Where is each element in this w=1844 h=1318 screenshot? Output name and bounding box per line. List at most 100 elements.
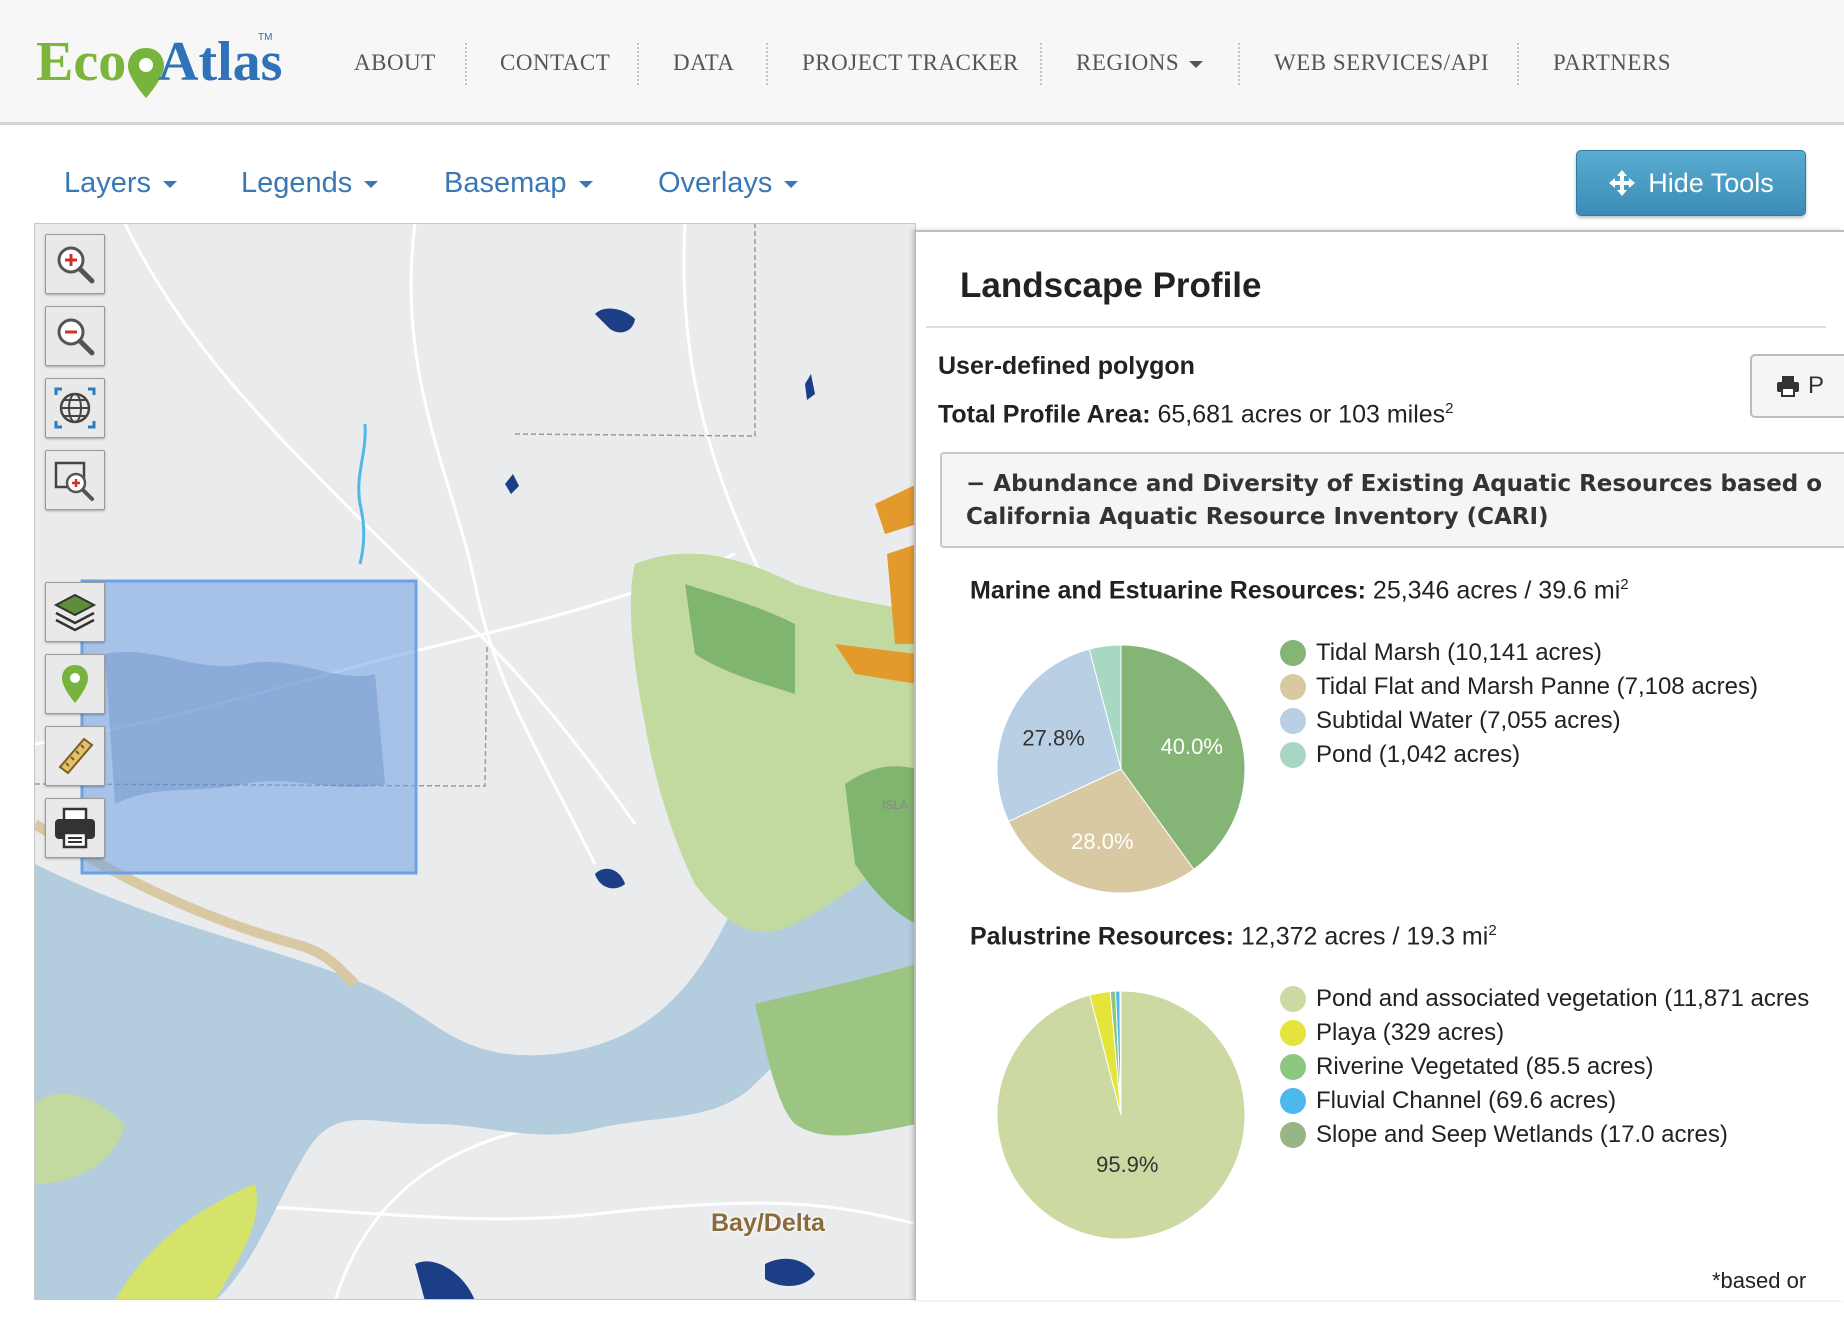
nav-web-services[interactable]: WEB SERVICES/API bbox=[1274, 50, 1489, 76]
legend-label: Riverine Vegetated (85.5 acres) bbox=[1316, 1053, 1654, 1080]
legend-label: Tidal Marsh (10,141 acres) bbox=[1316, 639, 1602, 666]
map-pin-icon bbox=[62, 665, 88, 703]
caret-down-icon bbox=[163, 180, 178, 188]
layers-icon bbox=[53, 593, 97, 632]
legend-item: Tidal Flat and Marsh Panne (7,108 acres) bbox=[1280, 670, 1758, 704]
nav-regions-label: REGIONS bbox=[1076, 50, 1180, 75]
marine-heading-sup: 2 bbox=[1620, 576, 1629, 593]
aquatic-resources-section-toggle[interactable]: − Abundance and Diversity of Existing Aq… bbox=[940, 452, 1844, 548]
legend-item: Pond (1,042 acres) bbox=[1280, 738, 1758, 772]
legend-item: Riverine Vegetated (85.5 acres) bbox=[1280, 1050, 1809, 1084]
pie-slice-label: 28.0% bbox=[1071, 829, 1133, 854]
full-extent-button[interactable] bbox=[45, 378, 105, 438]
ecoatlas-logo[interactable]: Eco Atlas TM bbox=[34, 22, 294, 112]
nav-regions[interactable]: REGIONS bbox=[1076, 50, 1204, 76]
print-profile-button[interactable]: P bbox=[1750, 354, 1844, 418]
legend-label: Slope and Seep Wetlands (17.0 acres) bbox=[1316, 1121, 1728, 1148]
printer-icon bbox=[1777, 376, 1799, 397]
legend-swatch bbox=[1280, 674, 1306, 700]
legend-swatch bbox=[1280, 742, 1306, 768]
nav-separator bbox=[1517, 43, 1519, 85]
marine-heading-value: 25,346 acres / 39.6 mi bbox=[1372, 576, 1621, 605]
marine-resources-pie-chart: 40.0% 28.0% 27.8% bbox=[996, 644, 1246, 894]
overlays-dropdown-label: Overlays bbox=[658, 167, 773, 199]
nav-contact[interactable]: CONTACT bbox=[500, 50, 610, 76]
legends-dropdown[interactable]: Legends bbox=[241, 167, 379, 200]
nav-separator bbox=[766, 43, 768, 85]
nav-data[interactable]: DATA bbox=[673, 50, 735, 76]
nav-project-tracker[interactable]: PROJECT TRACKER bbox=[802, 50, 1019, 76]
palustrine-resources-legend: Pond and associated vegetation (11,871 a… bbox=[1280, 982, 1809, 1152]
caret-down-icon bbox=[364, 180, 379, 188]
palustrine-heading-sup: 2 bbox=[1488, 922, 1497, 939]
legend-swatch bbox=[1280, 1122, 1306, 1148]
overlays-dropdown[interactable]: Overlays bbox=[658, 167, 799, 200]
nav-separator bbox=[637, 43, 639, 85]
legend-item: Playa (329 acres) bbox=[1280, 1016, 1809, 1050]
print-map-button[interactable] bbox=[45, 798, 105, 858]
pie-slice-label: 95.9% bbox=[1096, 1152, 1158, 1177]
legend-label: Pond (1,042 acres) bbox=[1316, 741, 1521, 768]
legend-label: Tidal Flat and Marsh Panne (7,108 acres) bbox=[1316, 673, 1758, 700]
section-header-text1: Abundance and Diversity of Existing Aqua… bbox=[993, 471, 1823, 497]
legend-swatch bbox=[1280, 1020, 1306, 1046]
nav-partners[interactable]: PARTNERS bbox=[1553, 50, 1671, 76]
basemap-dropdown-label: Basemap bbox=[444, 167, 567, 199]
total-area-sup: 2 bbox=[1445, 400, 1454, 417]
legend-swatch bbox=[1280, 640, 1306, 666]
ruler-icon bbox=[58, 737, 94, 775]
hide-tools-button[interactable]: Hide Tools bbox=[1576, 150, 1806, 216]
legend-label: Pond and associated vegetation (11,871 a… bbox=[1316, 985, 1810, 1012]
basemap-dropdown[interactable]: Basemap bbox=[444, 167, 593, 200]
palustrine-heading-label: Palustrine Resources: bbox=[970, 922, 1234, 951]
palustrine-resources-heading: Palustrine Resources: 12,372 acres / 19.… bbox=[970, 922, 1497, 951]
legend-swatch bbox=[1280, 1088, 1306, 1114]
zoom-in-icon bbox=[57, 246, 95, 284]
pie-slice-label: 40.0% bbox=[1161, 734, 1223, 759]
legend-item: Slope and Seep Wetlands (17.0 acres) bbox=[1280, 1118, 1809, 1152]
map-canvas[interactable]: ISLA Bay/Delta bbox=[34, 223, 916, 1300]
legend-label: Playa (329 acres) bbox=[1316, 1019, 1505, 1046]
legend-label: Fluvial Channel (69.6 acres) bbox=[1316, 1087, 1617, 1114]
total-profile-area: Total Profile Area: 65,681 acres or 103 … bbox=[938, 400, 1454, 429]
nav-about[interactable]: ABOUT bbox=[354, 50, 436, 76]
marine-resources-legend: Tidal Marsh (10,141 acres) Tidal Flat an… bbox=[1280, 636, 1758, 772]
layers-tool-button[interactable] bbox=[45, 582, 105, 642]
section-header-line1: − Abundance and Diversity of Existing Aq… bbox=[966, 468, 1844, 501]
panel-title: Landscape Profile bbox=[960, 266, 1262, 305]
zoom-out-button[interactable] bbox=[45, 306, 105, 366]
place-marker-button[interactable] bbox=[45, 654, 105, 714]
map-region-label: Bay/Delta bbox=[711, 1209, 825, 1237]
measure-button[interactable] bbox=[45, 726, 105, 786]
legend-item: Fluvial Channel (69.6 acres) bbox=[1280, 1084, 1809, 1118]
zoom-out-icon bbox=[57, 318, 95, 356]
collapse-toggle-icon: − bbox=[966, 471, 986, 497]
total-area-label: Total Profile Area: bbox=[938, 400, 1151, 429]
print-profile-label: P bbox=[1808, 372, 1825, 399]
globe-icon bbox=[54, 387, 96, 429]
map-place-label: ISLA bbox=[882, 798, 909, 812]
nav-separator bbox=[1238, 43, 1240, 85]
landscape-profile-panel: Landscape Profile User-defined polygon T… bbox=[914, 230, 1844, 1300]
palustrine-resources-pie-chart: 95.9% bbox=[996, 990, 1246, 1240]
legend-item: Subtidal Water (7,055 acres) bbox=[1280, 704, 1758, 738]
svg-text:TM: TM bbox=[258, 32, 272, 43]
layers-dropdown[interactable]: Layers bbox=[64, 167, 178, 200]
legend-swatch bbox=[1280, 708, 1306, 734]
top-navbar: Eco Atlas TM ABOUT CONTACT DATA PROJECT … bbox=[0, 0, 1844, 125]
legend-label: Subtidal Water (7,055 acres) bbox=[1316, 707, 1621, 734]
divider bbox=[926, 326, 1826, 328]
palustrine-heading-value: 12,372 acres / 19.3 mi bbox=[1240, 922, 1489, 951]
basemap-layer bbox=[35, 224, 915, 1299]
marine-heading-label: Marine and Estuarine Resources: bbox=[970, 576, 1366, 605]
caret-down-icon bbox=[1189, 61, 1204, 69]
zoom-in-button[interactable] bbox=[45, 234, 105, 294]
legends-dropdown-label: Legends bbox=[241, 167, 353, 199]
zoom-box-button[interactable] bbox=[45, 450, 105, 510]
legend-swatch bbox=[1280, 1054, 1306, 1080]
printer-icon bbox=[55, 807, 95, 849]
layers-dropdown-label: Layers bbox=[64, 167, 152, 199]
svg-text:Eco: Eco bbox=[36, 31, 126, 93]
legend-swatch bbox=[1280, 986, 1306, 1012]
section-header-text2: California Aquatic Resource Inventory (C… bbox=[966, 504, 1549, 530]
